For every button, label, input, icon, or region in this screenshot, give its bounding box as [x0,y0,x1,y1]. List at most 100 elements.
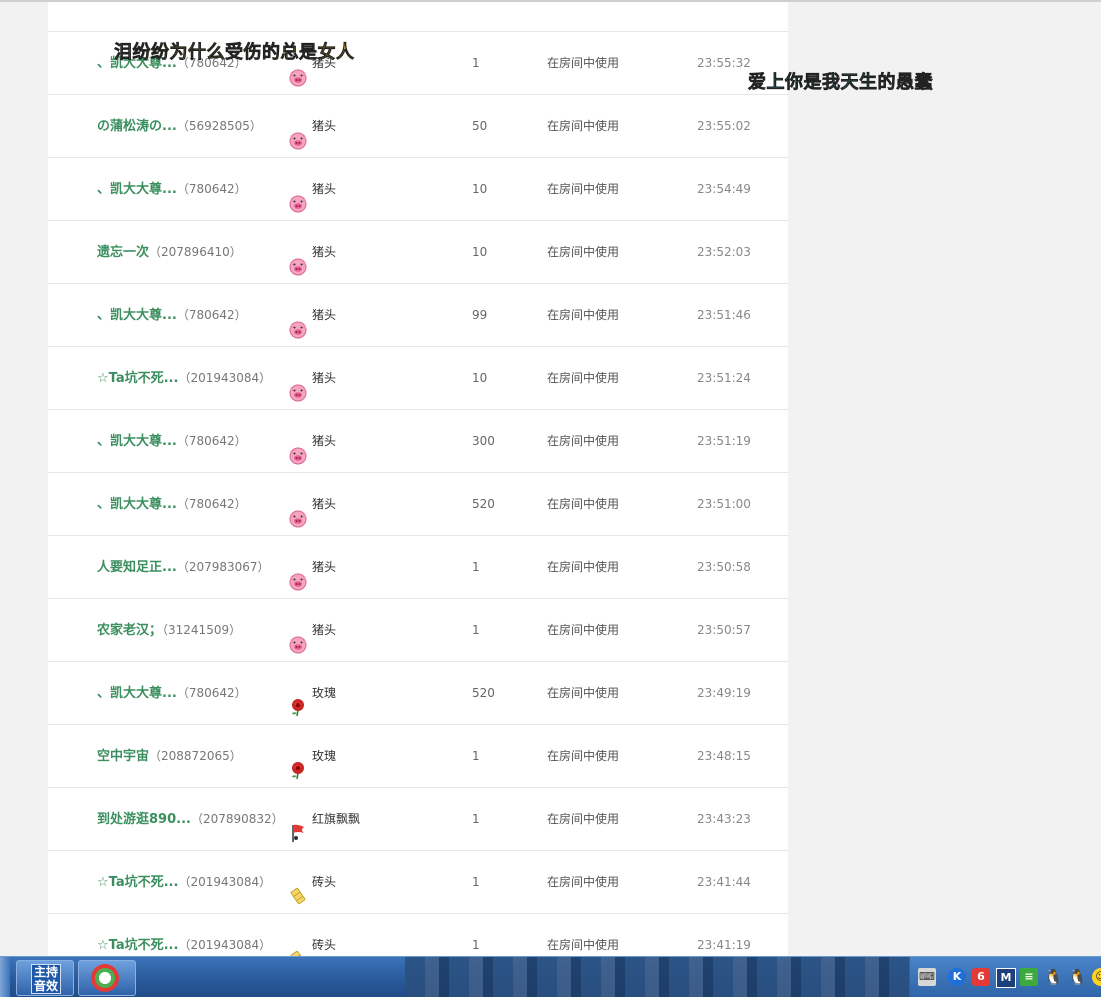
smiley-icon[interactable]: ☺ [1092,968,1101,986]
sender: 、凯大大尊...（780642） [97,410,247,473]
timestamp: 23:55:32 [697,56,751,70]
gift-quantity: 1 [472,875,480,889]
gift-name: 猪头 [312,497,337,511]
sender-name[interactable]: 到处游逛890... [97,812,191,827]
sender-name[interactable]: 遗忘一次 [97,245,149,260]
timestamp: 23:41:44 [697,875,751,889]
gift-name: 猪头 [312,623,337,637]
timestamp: 23:54:49 [697,182,751,196]
gift-name: 猪头 [312,371,337,385]
sender-name[interactable]: ☆Ta坑不死... [97,371,178,386]
sender: 农家老汉；（31241509） [97,599,241,662]
sender: ☆Ta坑不死...（201943084） [97,851,271,914]
usage-location: 在房间中使用 [547,497,620,511]
gift-name: 猪头 [312,245,337,259]
sender-id: （207896410） [149,245,242,259]
sender-id: （780642） [176,686,247,700]
sender-name[interactable]: 人要知足正... [97,560,177,575]
show-desktop-edge[interactable] [0,957,10,997]
gift: 红旗飘飘 [288,788,360,850]
m-app-icon[interactable]: M [996,968,1016,988]
usage-location: 在房间中使用 [547,686,620,700]
usage-location: 在房间中使用 [547,182,620,196]
usage-location: 在房间中使用 [547,749,620,763]
timestamp: 23:48:15 [697,749,751,763]
qq-penguin-icon-2[interactable]: 🐧 [1068,968,1087,986]
gift-quantity: 1 [472,560,480,574]
sender-name[interactable]: 、凯大大尊... [97,308,177,323]
gift-quantity: 1 [472,812,480,826]
gift: 猪头 [288,536,336,598]
brick-icon [288,934,308,956]
gift-name: 砖头 [312,938,337,952]
sender-id: （201943084） [178,371,272,385]
gift-quantity: 1 [472,623,480,637]
gift-quantity: 520 [472,497,495,511]
sender-name[interactable]: 、凯大大尊... [97,182,177,197]
gift-record-row: 、凯大大尊...（780642） 玫瑰 520 在房间中使用 23:49:19 [48,662,788,725]
usage-location: 在房间中使用 [547,623,620,637]
gift: 猪头 [288,599,336,661]
sender: 遗忘一次（207896410） [97,221,242,284]
gift-record-row: 空中宇宙（208872065） 玫瑰 1 在房间中使用 23:48:15 [48,725,788,788]
sender-name[interactable]: 农家老汉； [97,623,162,638]
sender-name[interactable]: 、凯大大尊... [97,434,177,449]
pig-head-icon [288,241,308,275]
pig-head-icon [288,178,308,212]
timestamp: 23:43:23 [697,812,751,826]
sender-name[interactable]: ☆Ta坑不死... [97,875,178,890]
gift: 猪头 [288,284,336,346]
gift-quantity: 520 [472,686,495,700]
gift: 砖头 [288,851,336,913]
gift-quantity: 1 [472,56,480,70]
usage-location: 在房间中使用 [547,245,620,259]
sender-id: （780642） [176,182,247,196]
media-app-icon [91,964,119,992]
system-tray: ⌨ K 6 M ≡ 🐧 🐧 ☺ [910,957,1101,997]
gift-name: 玫瑰 [312,686,337,700]
pig-head-icon [288,619,308,653]
gift-record-row: 、凯大大尊...（780642） 猪头 520 在房间中使用 23:51:00 [48,473,788,536]
keyboard-icon[interactable]: ⌨ [918,968,936,986]
gift: 玫瑰 [288,725,336,787]
sender-id: （208872065） [149,749,242,763]
sender-name[interactable]: 空中宇宙 [97,749,149,764]
gift-name: 猪头 [312,182,337,196]
six-room-icon[interactable]: 6 [972,968,990,986]
usage-location: 在房间中使用 [547,371,620,385]
gift-quantity: 10 [472,245,488,259]
sender-name[interactable]: ☆Ta坑不死... [97,938,178,953]
usage-location: 在房间中使用 [547,119,620,133]
taskbar-host-effects-button[interactable]: 主持音效 [16,960,74,996]
gift: 猪头 [288,158,336,220]
sender: 空中宇宙（208872065） [97,725,242,788]
sender-name[interactable]: 、凯大大尊... [97,686,177,701]
gift-record-row: 、凯大大尊...（780642） 猪头 10 在房间中使用 23:54:49 [48,158,788,221]
gift-name: 猪头 [312,434,337,448]
taskbar-media-app-button[interactable] [78,960,136,996]
taskbar-window-thumbnails[interactable] [405,957,910,997]
gift-quantity: 1 [472,749,480,763]
k-app-icon[interactable]: K [948,968,966,986]
gift: 玫瑰 [288,662,336,724]
gift-quantity: 300 [472,434,495,448]
usage-location: 在房间中使用 [547,875,620,889]
usage-location: 在房间中使用 [547,560,620,574]
sender-id: （207890832） [190,812,284,826]
sender: 、凯大大尊...（780642） [97,158,247,221]
sender-name[interactable]: 、凯大大尊... [97,497,177,512]
gift-record-row: 、凯大大尊...（780642） 猪头 300 在房间中使用 23:51:19 [48,410,788,473]
host-effects-label: 主持音效 [31,964,61,994]
qq-penguin-icon[interactable]: 🐧 [1044,968,1063,986]
sender-name[interactable]: の蒲松涛の... [97,119,177,134]
timestamp: 23:55:02 [697,119,751,133]
gift: 猪头 [288,221,336,283]
gift-quantity: 50 [472,119,488,133]
green-app-icon[interactable]: ≡ [1020,968,1038,986]
gift-record-panel: 、凯大大尊...（780642） 猪头 1 在房间中使用 23:55:32 の蒲松涛の..… [48,2,788,956]
rose-icon [288,682,308,716]
gift-quantity: 99 [472,308,488,322]
gift-quantity: 10 [472,182,488,196]
pig-head-icon [288,556,308,590]
red-flag-icon [288,808,308,842]
